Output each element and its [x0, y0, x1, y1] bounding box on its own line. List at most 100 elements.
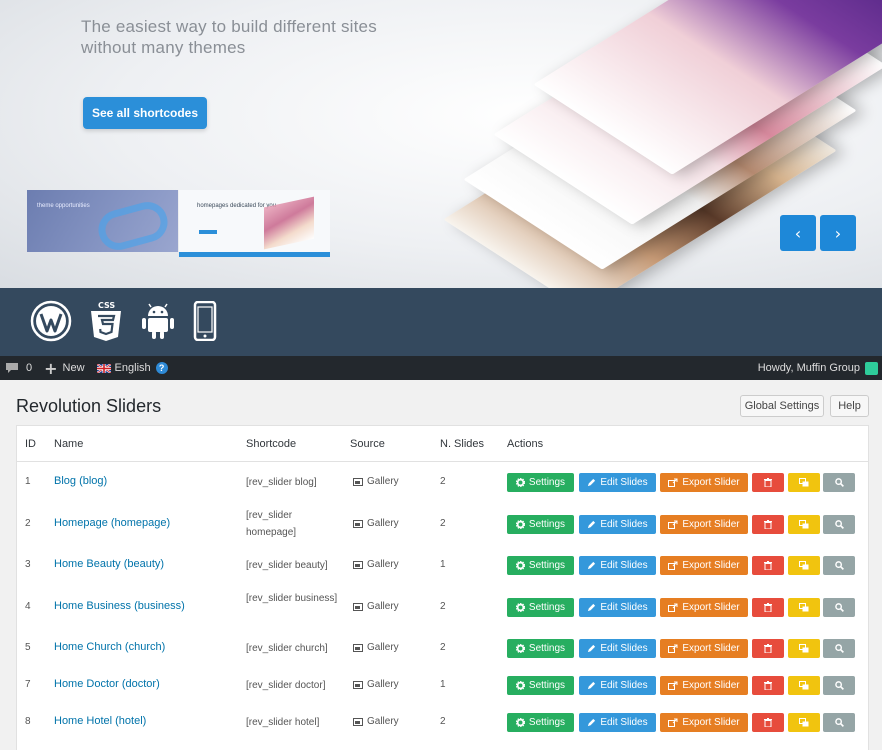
preview-button[interactable] [823, 598, 855, 617]
export-label: Export Slider [682, 477, 740, 488]
trash-icon [764, 603, 772, 612]
export-slider-button[interactable]: Export Slider [660, 639, 748, 658]
export-slider-button[interactable]: Export Slider [660, 676, 748, 695]
export-slider-button[interactable]: Export Slider [660, 515, 748, 534]
new-content-menu[interactable]: + New [38, 356, 90, 380]
settings-button[interactable]: Settings [507, 556, 574, 575]
edit-slides-button[interactable]: Edit Slides [579, 676, 656, 695]
row-id: 2 [25, 518, 31, 529]
slider-name-link[interactable]: Home Beauty (beauty) [54, 558, 164, 570]
see-all-shortcodes-button[interactable]: See all shortcodes [83, 97, 207, 129]
export-slider-button[interactable]: Export Slider [660, 713, 748, 732]
slide-thumbnail[interactable]: theme opportunities [27, 190, 178, 252]
export-icon [668, 561, 678, 570]
table-row: 2 Homepage (homepage) [rev_slider homepage… [17, 504, 868, 544]
image-icon [353, 643, 363, 652]
duplicate-icon [799, 520, 809, 529]
duplicate-icon [799, 718, 809, 727]
settings-button[interactable]: Settings [507, 473, 574, 492]
edit-label: Edit Slides [600, 560, 648, 571]
gear-icon [515, 520, 525, 529]
export-label: Export Slider [682, 519, 740, 530]
edit-slides-button[interactable]: Edit Slides [579, 515, 656, 534]
pencil-icon [587, 520, 596, 529]
delete-button[interactable] [752, 556, 784, 575]
edit-label: Edit Slides [600, 602, 648, 613]
column-header-id: ID [25, 438, 36, 450]
wordpress-icon [30, 299, 72, 343]
delete-button[interactable] [752, 713, 784, 732]
gear-icon [515, 718, 525, 727]
slider-name-link[interactable]: Home Church (church) [54, 641, 165, 653]
slider-prev-button[interactable]: ‹ [780, 215, 816, 251]
delete-button[interactable] [752, 515, 784, 534]
slider-name-link[interactable]: Home Doctor (doctor) [54, 678, 160, 690]
duplicate-button[interactable] [788, 639, 820, 658]
language-switcher[interactable]: English ? [91, 356, 174, 380]
settings-button[interactable]: Settings [507, 676, 574, 695]
slides-count: 1 [440, 679, 446, 690]
delete-button[interactable] [752, 676, 784, 695]
thumbnail-button-graphic [199, 230, 217, 234]
edit-slides-button[interactable]: Edit Slides [579, 598, 656, 617]
table-header: ID Name Shortcode Source N. Slides Actio… [17, 426, 868, 462]
edit-slides-button[interactable]: Edit Slides [579, 556, 656, 575]
comments-menu[interactable]: 0 [0, 356, 38, 380]
search-icon [834, 520, 844, 529]
image-icon [353, 680, 363, 689]
preview-button[interactable] [823, 713, 855, 732]
slider-name-link[interactable]: Homepage (homepage) [54, 517, 170, 529]
table-row: 4 Home Business (business) [rev_slider bus… [17, 587, 868, 627]
settings-button[interactable]: Settings [507, 713, 574, 732]
help-button[interactable]: Help [830, 395, 869, 417]
edit-label: Edit Slides [600, 717, 648, 728]
pencil-icon [587, 603, 596, 612]
edit-slides-button[interactable]: Edit Slides [579, 473, 656, 492]
preview-button[interactable] [823, 515, 855, 534]
preview-button[interactable] [823, 639, 855, 658]
delete-button[interactable] [752, 639, 784, 658]
duplicate-button[interactable] [788, 713, 820, 732]
export-slider-button[interactable]: Export Slider [660, 473, 748, 492]
help-icon[interactable]: ? [155, 362, 168, 374]
search-icon [834, 718, 844, 727]
preview-button[interactable] [823, 556, 855, 575]
settings-button[interactable]: Settings [507, 598, 574, 617]
greeting-text: Howdy, Muffin Group [757, 362, 860, 374]
column-header-slides: N. Slides [440, 438, 485, 450]
row-id: 7 [25, 679, 31, 690]
settings-label: Settings [528, 602, 566, 613]
delete-button[interactable] [752, 598, 784, 617]
edit-slides-button[interactable]: Edit Slides [579, 639, 656, 658]
duplicate-button[interactable] [788, 515, 820, 534]
export-slider-button[interactable]: Export Slider [660, 598, 748, 617]
svg-text:CSS: CSS [98, 301, 115, 310]
source-label: Gallery [367, 601, 399, 612]
preview-button[interactable] [823, 473, 855, 492]
duplicate-button[interactable] [788, 556, 820, 575]
hero-tagline: The easiest way to build different sites… [81, 17, 377, 57]
uk-flag-icon [96, 363, 111, 373]
slides-count: 2 [440, 476, 446, 487]
settings-button[interactable]: Settings [507, 639, 574, 658]
slider-name-link[interactable]: Blog (blog) [54, 475, 107, 487]
edit-slides-button[interactable]: Edit Slides [579, 713, 656, 732]
global-settings-button[interactable]: Global Settings [740, 395, 824, 417]
image-icon [353, 477, 363, 486]
slider-next-button[interactable]: › [820, 215, 856, 251]
search-icon [834, 603, 844, 612]
slide-thumbnail-active[interactable]: homepages dedicated for you [179, 190, 330, 257]
image-icon [353, 602, 363, 611]
slider-name-link[interactable]: Home Hotel (hotel) [54, 715, 146, 727]
delete-button[interactable] [752, 473, 784, 492]
tech-icons-band: CSS [0, 288, 882, 356]
preview-button[interactable] [823, 676, 855, 695]
export-slider-button[interactable]: Export Slider [660, 556, 748, 575]
slider-name-link[interactable]: Home Business (business) [54, 600, 185, 612]
duplicate-button[interactable] [788, 473, 820, 492]
duplicate-icon [799, 478, 809, 487]
account-menu[interactable]: Howdy, Muffin Group [758, 356, 878, 380]
duplicate-button[interactable] [788, 598, 820, 617]
duplicate-button[interactable] [788, 676, 820, 695]
settings-button[interactable]: Settings [507, 515, 574, 534]
